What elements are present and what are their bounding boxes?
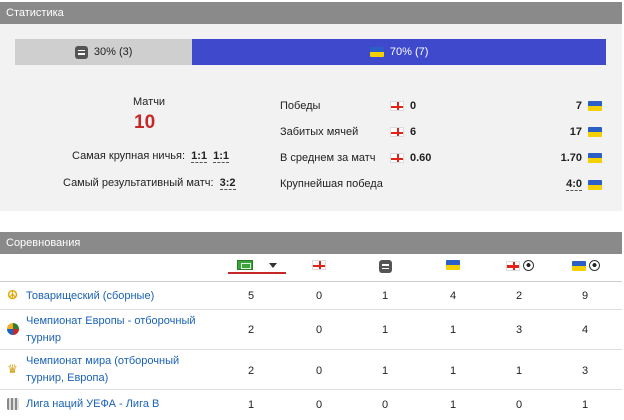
euro-icon (6, 323, 19, 336)
most-goals-row: Самый результативный матч: 3:2 (63, 177, 236, 190)
cell-ukraine-goals: 1 (581, 399, 589, 411)
cell-ukraine-wins: 1 (449, 324, 457, 336)
cell-ukraine-wins: 4 (449, 290, 457, 302)
avg-right: 1.70 (561, 152, 602, 164)
ukraine-flag-icon (572, 260, 586, 271)
goals-left: 6 (390, 126, 416, 138)
cell-draws: 0 (381, 399, 389, 411)
sort-desc-icon (269, 262, 277, 268)
summary-left-label: 30% (3) (93, 46, 133, 58)
ukraine-flag-icon (369, 47, 384, 57)
col-ukraine-wins-header[interactable] (438, 260, 468, 270)
biggest-draw-row: Самая крупная ничья: 1:1 1:1 (72, 150, 229, 163)
competition-link[interactable]: Чемпионат Европы - отборочный турнир (26, 313, 201, 347)
wins-right: 7 (576, 100, 602, 112)
col-draws-header[interactable] (370, 260, 400, 273)
cell-total: 1 (247, 399, 255, 411)
col-georgia-wins-header[interactable] (304, 260, 334, 270)
cell-ukraine-wins: 1 (449, 365, 457, 377)
competition-link[interactable]: Товарищеский (сборные) (26, 288, 154, 305)
peace-icon: ☮ (7, 288, 18, 302)
georgia-flag-icon (390, 101, 404, 111)
draw-icon (378, 260, 392, 273)
cell-draws: 1 (381, 324, 389, 336)
stats-panel-title: Статистика (6, 7, 64, 19)
table-row: Лига наций УЕФА - Лига B 1 0 0 1 0 1 (0, 391, 622, 420)
ukraine-flag-icon (588, 153, 602, 163)
summary-bar-ukraine: 70% (7) (192, 39, 606, 65)
cell-draws: 1 (381, 365, 389, 377)
most-goals-link[interactable]: 3:2 (219, 177, 236, 190)
georgia-flag-icon (312, 260, 326, 270)
table-row: ☮ Товарищеский (сборные) 5 0 1 4 2 9 (0, 283, 622, 310)
wins-left-value: 0 (410, 100, 417, 112)
ukraine-flag-icon (588, 179, 602, 190)
cell-georgia-wins: 0 (315, 365, 323, 377)
ukraine-flag-icon (446, 260, 460, 270)
most-goals-label: Самый результативный матч: (63, 177, 214, 189)
nations-league-icon (6, 398, 19, 411)
cell-georgia-goals: 3 (515, 324, 523, 336)
ball-icon (523, 260, 534, 271)
wins-right-value: 7 (575, 100, 582, 112)
table-row: Чемпионат Европы - отборочный турнир 2 0… (0, 311, 622, 350)
col-georgia-goals-header[interactable] (500, 260, 540, 271)
cell-georgia-goals: 0 (515, 399, 523, 411)
avg-left: 0.60 (390, 152, 431, 164)
cell-ukraine-goals: 3 (581, 365, 589, 377)
competitions-table-header (0, 255, 622, 282)
col-total-header[interactable] (228, 260, 286, 274)
cell-ukraine-goals: 4 (581, 324, 589, 336)
biggest-win-link[interactable]: 4:0 (566, 178, 582, 191)
georgia-flag-icon (390, 127, 404, 137)
biggest-draw-link-1[interactable]: 1:1 (191, 150, 208, 163)
avg-label: В среднем за матч (280, 152, 376, 164)
georgia-flag-icon (390, 153, 404, 163)
ukraine-flag-icon (588, 101, 602, 111)
summary-right-label: 70% (7) (389, 46, 429, 58)
ukraine-flag-icon (588, 127, 602, 137)
wins-left: 0 (390, 100, 416, 112)
biggest-win-right: 4:0 (566, 178, 602, 191)
summary-bar-draws: 30% (3) (15, 39, 193, 65)
competition-link[interactable]: Чемпионат мира (отборочный турнир, Европ… (26, 353, 201, 387)
cell-total: 5 (247, 290, 255, 302)
biggest-draw-label: Самая крупная ничья: (72, 150, 186, 162)
draw-icon (74, 45, 88, 59)
summary-bar: 30% (3) 70% (7) (15, 39, 606, 65)
competitions-panel-header: Соревнования (0, 232, 622, 254)
total-icon (237, 260, 253, 270)
col-ukraine-goals-header[interactable] (566, 260, 606, 271)
cell-georgia-wins: 0 (315, 324, 323, 336)
cell-georgia-wins: 0 (315, 290, 323, 302)
cell-draws: 1 (381, 290, 389, 302)
stats-panel-header: Статистика (0, 2, 622, 24)
world-cup-icon: ♛ (7, 362, 18, 376)
matches-label: Матчи (133, 96, 166, 108)
avg-left-value: 0.60 (410, 152, 432, 164)
biggest-draw-link-2[interactable]: 1:1 (213, 150, 229, 163)
cell-total: 2 (247, 324, 255, 336)
avg-right-value: 1.70 (560, 152, 582, 164)
goals-right-value: 17 (569, 126, 582, 138)
biggest-win-label: Крупнейшая победа (280, 178, 383, 190)
cell-total: 2 (247, 365, 255, 377)
cell-georgia-wins: 0 (315, 399, 323, 411)
table-row: ♛ Чемпионат мира (отборочный турнир, Евр… (0, 351, 622, 390)
goals-label: Забитых мячей (280, 126, 359, 138)
goals-left-value: 6 (410, 126, 417, 138)
competitions-panel-title: Соревнования (6, 237, 81, 249)
cell-ukraine-goals: 9 (581, 290, 589, 302)
ball-icon (589, 260, 600, 271)
wins-label: Победы (280, 100, 321, 112)
goals-right: 17 (570, 126, 602, 138)
cell-georgia-goals: 1 (515, 365, 523, 377)
matches-count: 10 (134, 112, 156, 133)
cell-georgia-goals: 2 (515, 290, 523, 302)
cell-ukraine-wins: 1 (449, 399, 457, 411)
georgia-flag-icon (506, 260, 520, 271)
competition-link[interactable]: Лига наций УЕФА - Лига B (26, 396, 159, 413)
